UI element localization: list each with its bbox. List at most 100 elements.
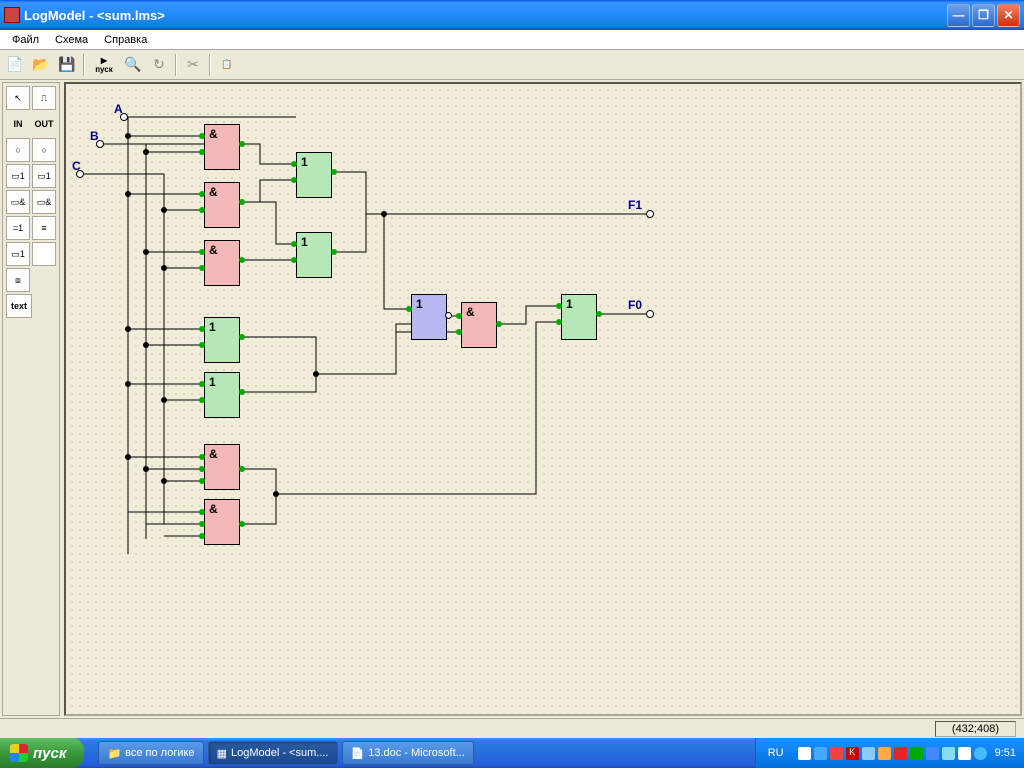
pin-dot	[239, 141, 245, 147]
pin-dot	[199, 521, 205, 527]
pin-dot	[239, 257, 245, 263]
input-a-pin[interactable]	[120, 113, 128, 121]
gate-and-6[interactable]: &	[204, 444, 240, 490]
label-f0: F0	[628, 298, 642, 312]
titlebar: LogModel - <sum.lms> — ❐ ✕	[0, 0, 1024, 30]
task-item-1[interactable]: 📁все по логике	[98, 741, 203, 765]
close-button[interactable]: ✕	[997, 4, 1020, 27]
menu-help[interactable]: Справка	[96, 32, 155, 48]
pin-dot	[199, 133, 205, 139]
minimize-button[interactable]: —	[947, 4, 970, 27]
pin-dot	[291, 257, 297, 263]
list-button[interactable]: 📋	[215, 53, 239, 77]
junction	[381, 211, 387, 217]
pin-dot	[331, 169, 337, 175]
pin-dot	[199, 265, 205, 271]
pin-dot	[239, 521, 245, 527]
gate-and-mid[interactable]: &	[461, 302, 497, 348]
tool-gate-eq[interactable]: =1	[6, 216, 30, 240]
pin-dot	[239, 334, 245, 340]
junction	[313, 371, 319, 377]
gate-or-5[interactable]: 1	[204, 372, 240, 418]
gate-and-2[interactable]: &	[204, 182, 240, 228]
pin-dot	[199, 207, 205, 213]
tool-gate1[interactable]: ▭1	[6, 164, 30, 188]
junction	[125, 454, 131, 460]
new-button[interactable]: 📄	[3, 53, 27, 77]
tool-pointer[interactable]: ↖	[6, 86, 30, 110]
start-button[interactable]: пуск	[0, 738, 84, 768]
clock[interactable]: 9:51	[995, 747, 1016, 759]
label-f1: F1	[628, 198, 642, 212]
input-b-pin[interactable]	[96, 140, 104, 148]
label-text[interactable]: text	[6, 294, 32, 318]
gate-or-final[interactable]: 1	[561, 294, 597, 340]
gate-or-bot[interactable]: 1	[296, 232, 332, 278]
input-c-pin[interactable]	[76, 170, 84, 178]
system-tray[interactable]: RU K 9:51	[755, 738, 1024, 768]
tool-gate1b[interactable]: ▭1	[32, 164, 56, 188]
task-item-2[interactable]: ▦LogModel - <sum....	[208, 741, 338, 765]
tool-blank[interactable]	[32, 242, 56, 266]
tool-display[interactable]: ⧈	[6, 268, 30, 292]
label-in: IN	[6, 112, 30, 136]
pin-dot	[596, 311, 602, 317]
tool-gate-and-b[interactable]: ▭&	[32, 190, 56, 214]
gate-and-3[interactable]: &	[204, 240, 240, 286]
junction	[125, 381, 131, 387]
refresh-button[interactable]: ↻	[147, 53, 171, 77]
pin-dot	[199, 397, 205, 403]
gate-and-1[interactable]: &	[204, 124, 240, 170]
pin-dot	[199, 249, 205, 255]
menu-schema[interactable]: Схема	[47, 32, 96, 48]
pin-dot	[199, 478, 205, 484]
save-button[interactable]: 💾	[55, 53, 79, 77]
tool-gate-and[interactable]: ▭&	[6, 190, 30, 214]
menu-file[interactable]: Файл	[4, 32, 47, 48]
pin-dot	[199, 509, 205, 515]
zoom-button[interactable]: 🔍	[121, 53, 145, 77]
pin-dot	[456, 313, 462, 319]
gate-not[interactable]: 1	[411, 294, 447, 340]
tool-wire[interactable]: ⎍	[32, 86, 56, 110]
pin-dot	[291, 177, 297, 183]
language-indicator[interactable]: RU	[764, 747, 788, 759]
not-bubble	[445, 312, 452, 319]
label-out: OUT	[32, 112, 56, 136]
gate-or-top[interactable]: 1	[296, 152, 332, 198]
junction	[161, 397, 167, 403]
pin-dot	[199, 454, 205, 460]
pin-dot	[239, 199, 245, 205]
junction	[161, 478, 167, 484]
menubar: Файл Схема Справка	[0, 30, 1024, 50]
task-item-3[interactable]: 📄13.doc - Microsoft...	[342, 741, 474, 765]
pin-dot	[556, 303, 562, 309]
canvas[interactable]: A B C F1 F0 & & & 1 1 & & 1 1 1 &	[64, 82, 1022, 716]
junction	[143, 466, 149, 472]
pin-dot	[456, 329, 462, 335]
pin-dot	[239, 466, 245, 472]
tool-output[interactable]: ○	[32, 138, 56, 162]
pin-dot	[199, 326, 205, 332]
junction	[125, 191, 131, 197]
pin-dot	[291, 161, 297, 167]
delete-button[interactable]: ✂	[181, 53, 205, 77]
junction	[273, 491, 279, 497]
pin-dot	[199, 191, 205, 197]
tool-gate-1c[interactable]: ▭1	[6, 242, 30, 266]
toolbar: 📄 📂 💾 ▶пуск 🔍 ↻ ✂ 📋	[0, 50, 1024, 80]
gate-or-4[interactable]: 1	[204, 317, 240, 363]
output-f1-pin[interactable]	[646, 210, 654, 218]
pin-dot	[331, 249, 337, 255]
open-button[interactable]: 📂	[29, 53, 53, 77]
tool-gate-dash[interactable]: ≡	[32, 216, 56, 240]
gate-and-7[interactable]: &	[204, 499, 240, 545]
pin-dot	[239, 389, 245, 395]
output-f0-pin[interactable]	[646, 310, 654, 318]
tool-input[interactable]: ○	[6, 138, 30, 162]
pin-dot	[406, 306, 412, 312]
junction	[161, 207, 167, 213]
run-button[interactable]: ▶пуск	[89, 53, 119, 77]
maximize-button[interactable]: ❐	[972, 4, 995, 27]
tray-icons[interactable]: K	[798, 747, 987, 760]
